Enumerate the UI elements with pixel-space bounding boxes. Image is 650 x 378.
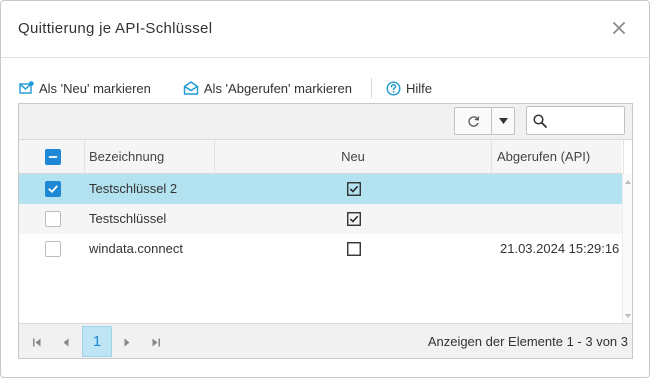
cell-fetched: 21.03.2024 15:29:16 [500, 241, 620, 256]
first-page-button[interactable] [22, 328, 51, 356]
scroll-up-icon[interactable] [625, 180, 631, 184]
grid-rows: Testschlüssel 2 Testschlüssel windata.co [19, 174, 622, 324]
neu-checked-icon [347, 212, 361, 226]
last-page-icon [152, 338, 160, 346]
row-select-checkbox[interactable] [45, 181, 61, 197]
mail-new-icon [19, 81, 34, 94]
neu-unchecked-icon [347, 242, 361, 256]
refresh-options-dropdown[interactable] [492, 108, 514, 134]
pager-info: Anzeigen der Elemente 1 - 3 von 3 [427, 334, 628, 349]
page-number-current[interactable]: 1 [82, 326, 112, 357]
mark-fetched-button[interactable]: Als 'Abgerufen' markieren [183, 81, 352, 96]
column-header-fetched[interactable]: Abgerufen (API) [492, 140, 624, 174]
refresh-icon [467, 115, 479, 127]
help-button[interactable]: Hilfe [386, 81, 432, 96]
previous-page-button[interactable] [51, 328, 80, 356]
grid-header: Bezeichnung Neu Abgerufen (API) [19, 140, 624, 174]
cell-name: Testschlüssel [89, 211, 167, 226]
select-all-checkbox[interactable] [45, 149, 61, 165]
mark-fetched-label: Als 'Abgerufen' markieren [203, 80, 352, 96]
table-row[interactable]: windata.connect 21.03.2024 15:29:16 [19, 234, 622, 264]
chevron-right-icon [124, 338, 129, 346]
first-page-icon [32, 338, 40, 346]
close-icon [613, 22, 625, 34]
table-row[interactable]: Testschlüssel [19, 204, 622, 234]
last-page-button[interactable] [141, 328, 170, 356]
help-icon [386, 80, 401, 96]
search-input[interactable] [553, 110, 621, 131]
search-icon [533, 114, 547, 128]
row-select-checkbox[interactable] [45, 211, 61, 227]
next-page-button[interactable] [112, 328, 141, 356]
column-header-neu[interactable]: Neu [215, 140, 492, 174]
search-box [526, 106, 625, 135]
refresh-split-button [454, 107, 515, 135]
vertical-scrollbar[interactable] [622, 174, 632, 324]
mark-new-label: Als 'Neu' markieren [39, 80, 151, 96]
table-row[interactable]: Testschlüssel 2 [19, 174, 622, 204]
cell-name: windata.connect [89, 241, 183, 256]
caret-down-icon [498, 118, 508, 124]
column-header-name[interactable]: Bezeichnung [85, 140, 215, 174]
toolbar-divider [370, 78, 372, 98]
scroll-down-icon[interactable] [625, 314, 631, 318]
api-key-acknowledgement-dialog: Quittierung je API-Schlüssel Als 'Neu' m… [0, 0, 650, 378]
select-all-header [19, 140, 85, 174]
refresh-button[interactable] [455, 108, 492, 134]
cell-name: Testschlüssel 2 [89, 181, 178, 196]
row-select-checkbox[interactable] [45, 241, 61, 257]
help-label: Hilfe [405, 80, 432, 96]
mail-open-icon [183, 81, 199, 95]
grid-pager: 1 Anzeigen der Elemente 1 - 3 von 3 [19, 323, 632, 358]
check-icon [48, 185, 58, 193]
minus-icon [48, 156, 58, 158]
api-key-grid: Bezeichnung Neu Abgerufen (API) Testschl… [18, 103, 633, 359]
neu-checked-icon [347, 182, 361, 196]
dialog-title: Quittierung je API-Schlüssel [18, 20, 213, 37]
chevron-left-icon [63, 338, 68, 346]
action-toolbar: Als 'Neu' markieren Als 'Abgerufen' mark… [19, 76, 464, 100]
grid-toolbar [19, 104, 632, 140]
mark-new-button[interactable]: Als 'Neu' markieren [19, 81, 151, 96]
dialog-titlebar: Quittierung je API-Schlüssel [1, 1, 649, 58]
close-button[interactable] [607, 16, 631, 40]
